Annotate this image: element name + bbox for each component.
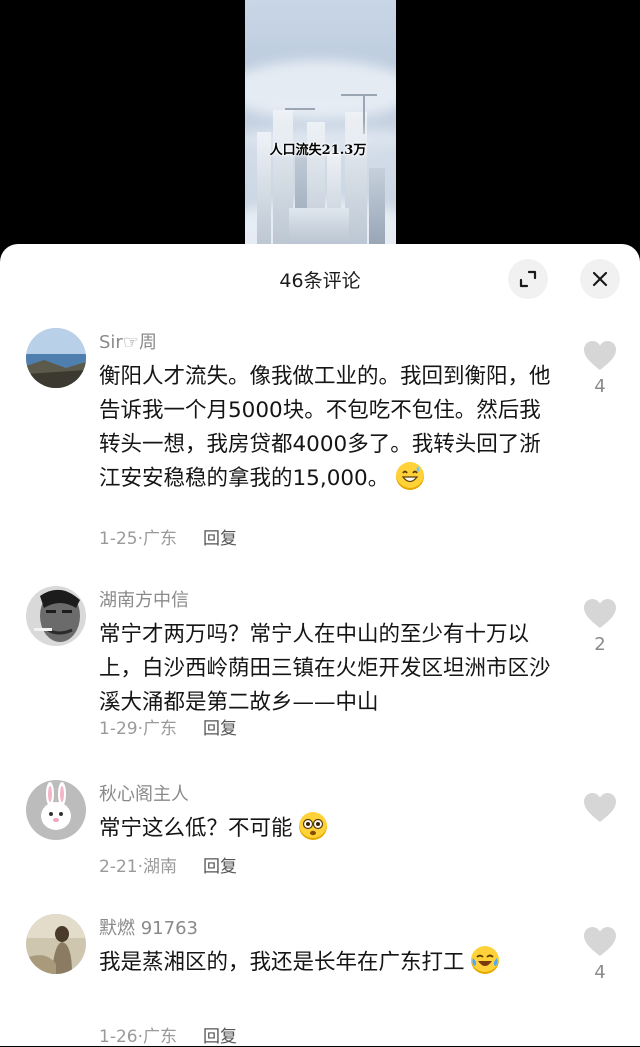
comment-item: Sir☞周 衡阳人才流失。像我做工业的。我回到衡阳，他告诉我一个月5000块。不… <box>0 328 640 558</box>
video-overlay-text: 人口流失21.3万 <box>269 143 367 158</box>
heart-icon <box>584 793 616 822</box>
heart-icon <box>584 341 616 370</box>
comment-text-body: 常宁才两万吗？常宁人在中山的至少有十万以上，白沙西岭荫田三镇在火炬开发区坦洲市区… <box>99 622 551 715</box>
like-button[interactable]: 2 <box>582 598 618 655</box>
expand-icon <box>519 270 537 288</box>
like-count: 2 <box>594 634 606 655</box>
comments-sheet: 46条评论 Sir☞周 衡阳人才流失。像我做工业的。我回到衡阳，他告诉我一个月5… <box>0 244 640 1047</box>
flushed-emoji <box>299 812 328 840</box>
comment-meta: 1-25·广东 回复 <box>99 529 237 549</box>
comment-item: 默燃 91763 我是蒸湘区的，我还是长年在广东打工 1-26·广东 回复 4 <box>0 914 640 1047</box>
comment-date: 1-25 <box>99 529 138 549</box>
comment-meta: 2-21·湖南 回复 <box>99 857 237 877</box>
video-player[interactable]: 人口流失21.3万 <box>0 0 640 260</box>
comment-date: 1-26 <box>99 1027 138 1047</box>
avatar[interactable] <box>26 328 86 388</box>
like-count: 4 <box>594 962 606 983</box>
video-thumbnail <box>245 0 396 260</box>
heart-icon <box>584 599 616 628</box>
comment-username[interactable]: 秋心阁主人 <box>99 780 189 806</box>
comment-username[interactable]: 默燃 91763 <box>99 914 198 940</box>
expand-button[interactable] <box>508 259 548 299</box>
comment-text-body: 我是蒸湘区的，我还是长年在广东打工 <box>99 950 465 975</box>
comment-text: 常宁这么低？不可能 <box>99 812 559 846</box>
comment-location: 广东 <box>143 719 177 739</box>
comment-meta: 1-26·广东 回复 <box>99 1027 237 1047</box>
comment-location: 广东 <box>143 529 177 549</box>
comment-item: 秋心阁主人 常宁这么低？不可能 2-21·湖南 回复 <box>0 780 640 890</box>
comment-location: 广东 <box>143 1027 177 1047</box>
comment-text-body: 衡阳人才流失。像我做工业的。我回到衡阳，他告诉我一个月5000块。不包吃不包住。… <box>99 364 551 491</box>
tears-of-joy-emoji <box>471 946 500 974</box>
comment-username[interactable]: 湖南方中信 <box>99 586 189 612</box>
reply-button[interactable]: 回复 <box>203 719 237 739</box>
avatar[interactable] <box>26 586 86 646</box>
grinning-sweat-emoji <box>396 462 425 490</box>
comment-text: 我是蒸湘区的，我还是长年在广东打工 <box>99 946 559 980</box>
comment-date: 2-21 <box>99 857 138 877</box>
comment-text-body: 常宁这么低？不可能 <box>99 816 293 841</box>
comment-text: 衡阳人才流失。像我做工业的。我回到衡阳，他告诉我一个月5000块。不包吃不包住。… <box>99 360 559 496</box>
comment-text: 常宁才两万吗？常宁人在中山的至少有十万以上，白沙西岭荫田三镇在火炬开发区坦洲市区… <box>99 618 559 720</box>
heart-icon <box>584 927 616 956</box>
comment-item: 湖南方中信 常宁才两万吗？常宁人在中山的至少有十万以上，白沙西岭荫田三镇在火炬开… <box>0 586 640 756</box>
reply-button[interactable]: 回复 <box>203 529 237 549</box>
comment-location: 湖南 <box>143 857 177 877</box>
comment-username[interactable]: Sir☞周 <box>99 328 157 354</box>
close-icon <box>592 271 608 287</box>
like-button[interactable]: 4 <box>582 340 618 397</box>
comment-date: 1-29 <box>99 719 138 739</box>
avatar[interactable] <box>26 914 86 974</box>
reply-button[interactable]: 回复 <box>203 857 237 877</box>
like-button[interactable] <box>582 792 618 828</box>
close-button[interactable] <box>580 259 620 299</box>
like-button[interactable]: 4 <box>582 926 618 983</box>
reply-button[interactable]: 回复 <box>203 1027 237 1047</box>
like-count: 4 <box>594 376 606 397</box>
avatar[interactable] <box>26 780 86 840</box>
comment-meta: 1-29·广东 回复 <box>99 719 237 739</box>
